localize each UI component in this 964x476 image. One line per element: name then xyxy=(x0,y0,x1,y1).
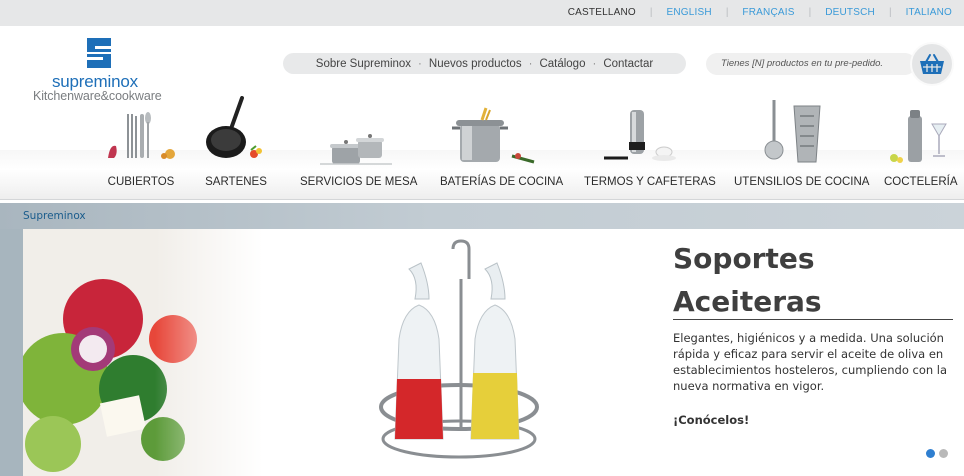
slide-title-line-1: Soportes xyxy=(673,242,815,275)
breadcrumb: Supreminox xyxy=(0,203,964,229)
nav-nuevos-productos[interactable]: Nuevos productos xyxy=(429,58,522,70)
category-label: TERMOS Y CAFETERAS xyxy=(584,176,716,188)
lang-separator: | xyxy=(888,7,892,18)
lang-separator: | xyxy=(725,7,729,18)
lang-english[interactable]: ENGLISH xyxy=(667,7,712,18)
nav-separator: · xyxy=(592,57,597,70)
slide-title: Soportes Aceiteras xyxy=(673,237,822,323)
frying-pan-icon xyxy=(206,96,262,158)
breadcrumb-home[interactable]: Supreminox xyxy=(23,210,86,222)
hero-slider: Soportes Aceiteras Elegantes, higiénicos… xyxy=(23,229,964,476)
nav-sobre[interactable]: Sobre Supreminox xyxy=(316,58,411,70)
category-label: CUBIERTOS xyxy=(107,176,175,188)
slider-pagination xyxy=(926,449,948,458)
category-sartenes[interactable]: SARTENES xyxy=(196,96,276,196)
salad-image xyxy=(23,229,263,476)
lang-separator: | xyxy=(649,7,653,18)
slide-divider xyxy=(673,319,953,320)
cocktail-shaker-icon xyxy=(890,110,947,163)
category-label: SARTENES xyxy=(205,176,267,188)
category-termos-y-cafeteras[interactable]: TERMOS Y CAFETERAS xyxy=(584,96,716,196)
cart-button[interactable] xyxy=(910,42,954,86)
category-cubiertos[interactable]: CUBIERTOS xyxy=(96,96,186,196)
language-bar: CASTELLANO | ENGLISH | FRANÇAIS | DEUTSC… xyxy=(0,0,964,26)
category-label: UTENSILIOS DE COCINA xyxy=(734,176,870,188)
lang-francais[interactable]: FRANÇAIS xyxy=(742,7,794,18)
nav-catalogo[interactable]: Catálogo xyxy=(539,58,585,70)
slider-dot-2[interactable] xyxy=(939,449,948,458)
top-navigation: Sobre Supreminox · Nuevos productos · Ca… xyxy=(283,53,686,74)
nav-separator: · xyxy=(418,57,422,70)
lang-deutsch[interactable]: DEUTSCH xyxy=(825,7,875,18)
lang-castellano[interactable]: CASTELLANO xyxy=(568,7,636,18)
serving-pots-icon xyxy=(320,134,392,165)
category-utensilios-de-cocina[interactable]: UTENSILIOS DE COCINA xyxy=(734,96,870,196)
grater-icon xyxy=(764,100,821,163)
category-baterias-de-cocina[interactable]: BATERÍAS DE COCINA xyxy=(440,96,564,196)
oil-vinegar-cruet-image xyxy=(379,239,539,459)
lang-italiano[interactable]: ITALIANO xyxy=(906,7,952,18)
slide-cta-link[interactable]: ¡Conócelos! xyxy=(673,413,749,427)
slider-dot-1[interactable] xyxy=(926,449,935,458)
slide-title-line-2: Aceiteras xyxy=(673,285,822,318)
slider-left-strip xyxy=(0,229,23,476)
stock-pot-icon xyxy=(452,107,535,164)
nav-separator: · xyxy=(528,57,533,70)
lang-separator: | xyxy=(808,7,812,18)
cutlery-icon xyxy=(108,112,175,159)
slide-description: Elegantes, higiénicos y a medida. Una so… xyxy=(673,331,948,393)
supreminox-logo-mark xyxy=(87,38,111,68)
category-label: SERVICIOS DE MESA xyxy=(300,176,418,188)
thermos-icon xyxy=(604,110,676,161)
cart-summary[interactable]: Tienes [N] productos en tu pre-pedido. xyxy=(706,53,916,75)
category-label: COCTELERÍA xyxy=(884,176,958,188)
category-cocteleria[interactable]: COCTELERÍA xyxy=(884,96,958,196)
basket-icon xyxy=(920,54,944,74)
category-label: BATERÍAS DE COCINA xyxy=(440,176,564,188)
nav-contactar[interactable]: Contactar xyxy=(603,58,653,70)
category-servicios-de-mesa[interactable]: SERVICIOS DE MESA xyxy=(300,96,418,196)
